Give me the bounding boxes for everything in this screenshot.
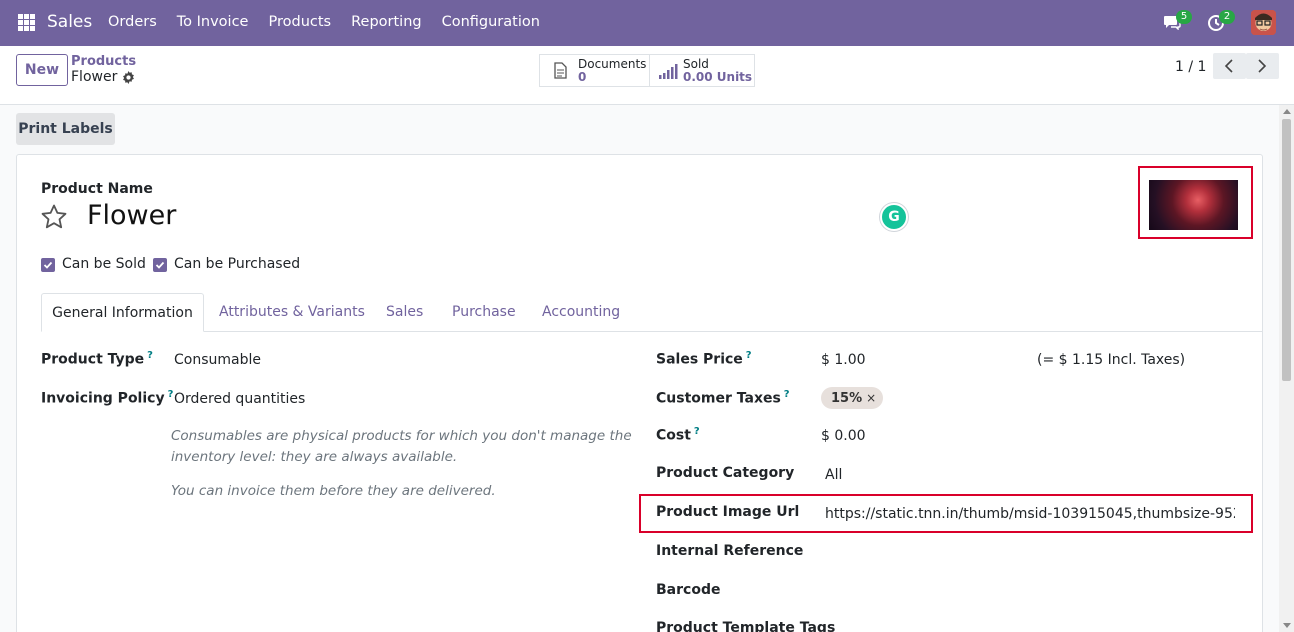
product-type-label: Product Type? [41, 350, 153, 368]
menu-configuration[interactable]: Configuration [442, 14, 540, 30]
can-be-sold-label[interactable]: Can be Sold [62, 256, 146, 272]
vertical-scrollbar[interactable] [1279, 105, 1294, 632]
grammarly-icon[interactable]: G [880, 203, 908, 231]
product-name-label: Product Name [41, 181, 153, 197]
tab-attributes-variants[interactable]: Attributes & Variants [219, 293, 365, 332]
product-type-help-text: Consumables are physical products for wh… [171, 428, 632, 465]
user-avatar[interactable] [1251, 10, 1276, 35]
invoicing-help-text: You can invoice them before they are del… [171, 483, 496, 499]
incl-taxes-text: (= $ 1.15 Incl. Taxes) [1037, 352, 1186, 368]
checkmark-icon [155, 261, 165, 269]
gear-icon[interactable] [122, 71, 135, 84]
help-tooltip-icon[interactable]: ? [746, 350, 752, 361]
signal-bars-icon [659, 64, 678, 79]
tab-sales[interactable]: Sales [386, 293, 423, 332]
help-tooltip-icon[interactable]: ? [694, 426, 700, 437]
tab-general-information[interactable]: General Information [41, 293, 204, 332]
chat-count-badge: 5 [1176, 10, 1192, 24]
sold-title: Sold [683, 57, 709, 71]
pager-next-button[interactable] [1246, 53, 1279, 79]
chevron-right-icon [1258, 59, 1267, 73]
scroll-up-arrow-icon[interactable] [1283, 109, 1291, 114]
internal-reference-label: Internal Reference [656, 543, 804, 559]
product-type-field[interactable]: Consumable [174, 352, 261, 368]
main-menu: Orders To Invoice Products Reporting Con… [108, 14, 560, 30]
app-menu-grid-icon[interactable] [18, 14, 35, 31]
can-be-sold-checkbox[interactable] [41, 258, 55, 272]
new-button[interactable]: New [16, 54, 68, 86]
top-navbar: Sales Orders To Invoice Products Reporti… [0, 0, 1294, 46]
sales-price-field[interactable]: $ 1.00 [821, 352, 866, 368]
tab-purchase[interactable]: Purchase [452, 293, 516, 332]
tab-accounting[interactable]: Accounting [542, 293, 620, 332]
cost-label: Cost? [656, 426, 700, 444]
checkmark-icon [43, 261, 53, 269]
can-be-purchased-label[interactable]: Can be Purchased [174, 256, 300, 272]
can-be-purchased-checkbox[interactable] [153, 258, 167, 272]
documents-smart-button[interactable]: Documents 0 [540, 55, 650, 86]
pager-value[interactable]: 1 / 1 [1175, 59, 1206, 75]
invoicing-policy-label: Invoicing Policy? [41, 389, 174, 407]
customer-taxes-label: Customer Taxes? [656, 389, 790, 407]
help-tooltip-icon[interactable]: ? [147, 350, 153, 361]
favorite-star-icon[interactable] [40, 203, 68, 231]
menu-orders[interactable]: Orders [108, 14, 157, 30]
menu-to-invoice[interactable]: To Invoice [177, 14, 249, 30]
smart-buttons: Documents 0 Sold 0.00 Units [539, 54, 755, 87]
product-image-highlight [1138, 166, 1253, 239]
scroll-down-arrow-icon[interactable] [1283, 623, 1291, 628]
activity-count-badge: 2 [1219, 10, 1235, 24]
documents-count: 0 [578, 70, 587, 84]
chevron-left-icon [1224, 59, 1233, 73]
cost-field[interactable]: $ 0.00 [821, 428, 866, 444]
product-category-field[interactable]: All [825, 467, 842, 483]
sold-value: 0.00 Units [683, 70, 753, 84]
menu-products[interactable]: Products [268, 14, 331, 30]
pager-previous-button[interactable] [1213, 53, 1246, 79]
product-image-url-field[interactable]: https://static.tnn.in/thumb/msid-1039150… [825, 506, 1235, 522]
tax-tag[interactable]: 15% × [821, 387, 884, 409]
sales-price-label: Sales Price? [656, 350, 752, 368]
product-name-input[interactable]: Flower [87, 200, 176, 231]
product-category-label: Product Category [656, 465, 795, 481]
document-icon [554, 62, 567, 79]
help-tooltip-icon[interactable]: ? [784, 389, 790, 400]
product-image-url-label: Product Image Url [656, 504, 800, 520]
sold-smart-button[interactable]: Sold 0.00 Units [650, 55, 754, 86]
print-labels-button[interactable]: Print Labels [16, 113, 115, 145]
breadcrumb-current: Flower [71, 69, 118, 85]
product-template-tags-label: Product Template Tags [656, 620, 836, 632]
breadcrumb-products[interactable]: Products [71, 54, 136, 69]
help-tooltip-icon[interactable]: ? [168, 389, 174, 400]
app-name[interactable]: Sales [47, 12, 92, 32]
product-image[interactable] [1149, 180, 1238, 230]
documents-title: Documents [578, 57, 647, 71]
barcode-label: Barcode [656, 582, 721, 598]
control-panel: New Products Flower Documents 0 Sold 0.0… [0, 46, 1294, 105]
scrollbar-thumb[interactable] [1282, 119, 1291, 381]
remove-tag-icon[interactable]: × [866, 391, 876, 405]
menu-reporting[interactable]: Reporting [351, 14, 422, 30]
invoicing-policy-field[interactable]: Ordered quantities [174, 391, 305, 407]
